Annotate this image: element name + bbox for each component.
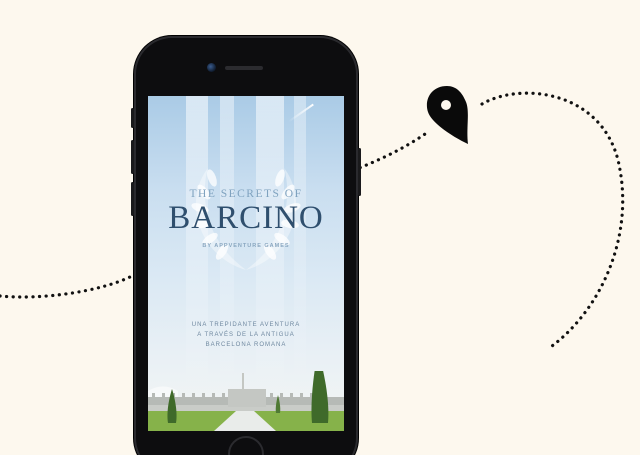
power-button <box>358 148 361 196</box>
tagline-line: UNA TREPIDANTE AVENTURA <box>191 322 301 328</box>
smartphone: THE SECRETS OF BARCINO BY APPVENTURE GAM… <box>131 36 361 455</box>
volume-down-button <box>131 182 134 216</box>
map-pin-icon <box>426 86 468 144</box>
earpiece-speaker <box>225 66 263 70</box>
developer-credit: BY APPVENTURE GAMES <box>202 243 290 249</box>
tagline-line: A TRAVÉS DE LA ANTIGUA <box>197 332 295 338</box>
game-title: BARCINO <box>168 200 324 236</box>
roman-landscape <box>148 371 344 431</box>
game-tagline: UNA TREPIDANTE AVENTURA A TRAVÉS DE LA A… <box>148 320 344 350</box>
volume-up-button <box>131 140 134 174</box>
game-subtitle: THE SECRETS OF <box>189 188 303 200</box>
promo-scene: THE SECRETS OF BARCINO BY APPVENTURE GAM… <box>0 0 640 455</box>
tagline-line: BARCELONA ROMANA <box>205 342 287 348</box>
home-button[interactable] <box>228 436 264 455</box>
silent-switch <box>131 108 134 128</box>
app-splash-screen[interactable]: THE SECRETS OF BARCINO BY APPVENTURE GAM… <box>148 96 344 431</box>
front-camera <box>207 63 216 72</box>
